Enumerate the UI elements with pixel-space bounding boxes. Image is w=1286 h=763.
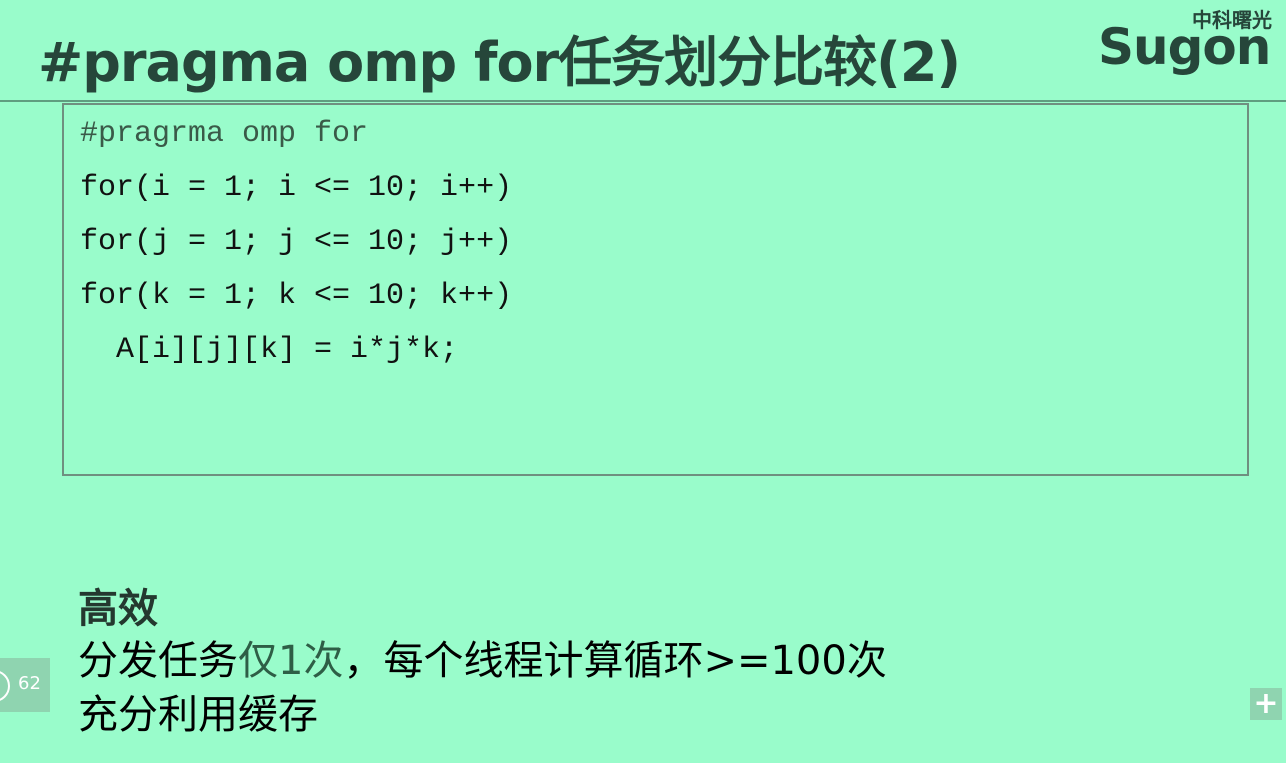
- sugon-logo: 中科曙光 Sugon: [1098, 4, 1278, 76]
- circle-icon: [0, 670, 10, 702]
- bullet-text: ，每个线程计算循环>=100次: [343, 638, 887, 684]
- code-line: for(j = 1; j <= 10; j++): [80, 225, 513, 259]
- code-line: A[i][j][k] = i*j*k;: [80, 333, 459, 367]
- page-number-badge[interactable]: 62: [0, 658, 50, 712]
- title-divider: [0, 100, 1286, 102]
- slide-title: #pragma omp for任务划分比较(2): [38, 31, 961, 94]
- code-line: #pragrma omp for: [80, 117, 369, 151]
- code-line: for(i = 1; i <= 10; i++): [80, 171, 513, 205]
- bullet-line-1: 分发任务仅1次，每个线程计算循环>=100次: [78, 628, 887, 686]
- bullet-text: 分发任务: [78, 638, 238, 684]
- bullet-heading: 高效: [78, 586, 158, 632]
- plus-button[interactable]: +: [1250, 688, 1282, 720]
- code-box: #pragrma omp for for(i = 1; i <= 10; i++…: [62, 103, 1249, 476]
- bullet-highlight: 仅1次: [238, 638, 344, 684]
- page-number: 62: [18, 673, 41, 694]
- bullet-line-2: 充分利用缓存: [78, 692, 318, 738]
- logo-en-text: Sugon: [1098, 18, 1271, 76]
- code-line: for(k = 1; k <= 10; k++): [80, 279, 513, 313]
